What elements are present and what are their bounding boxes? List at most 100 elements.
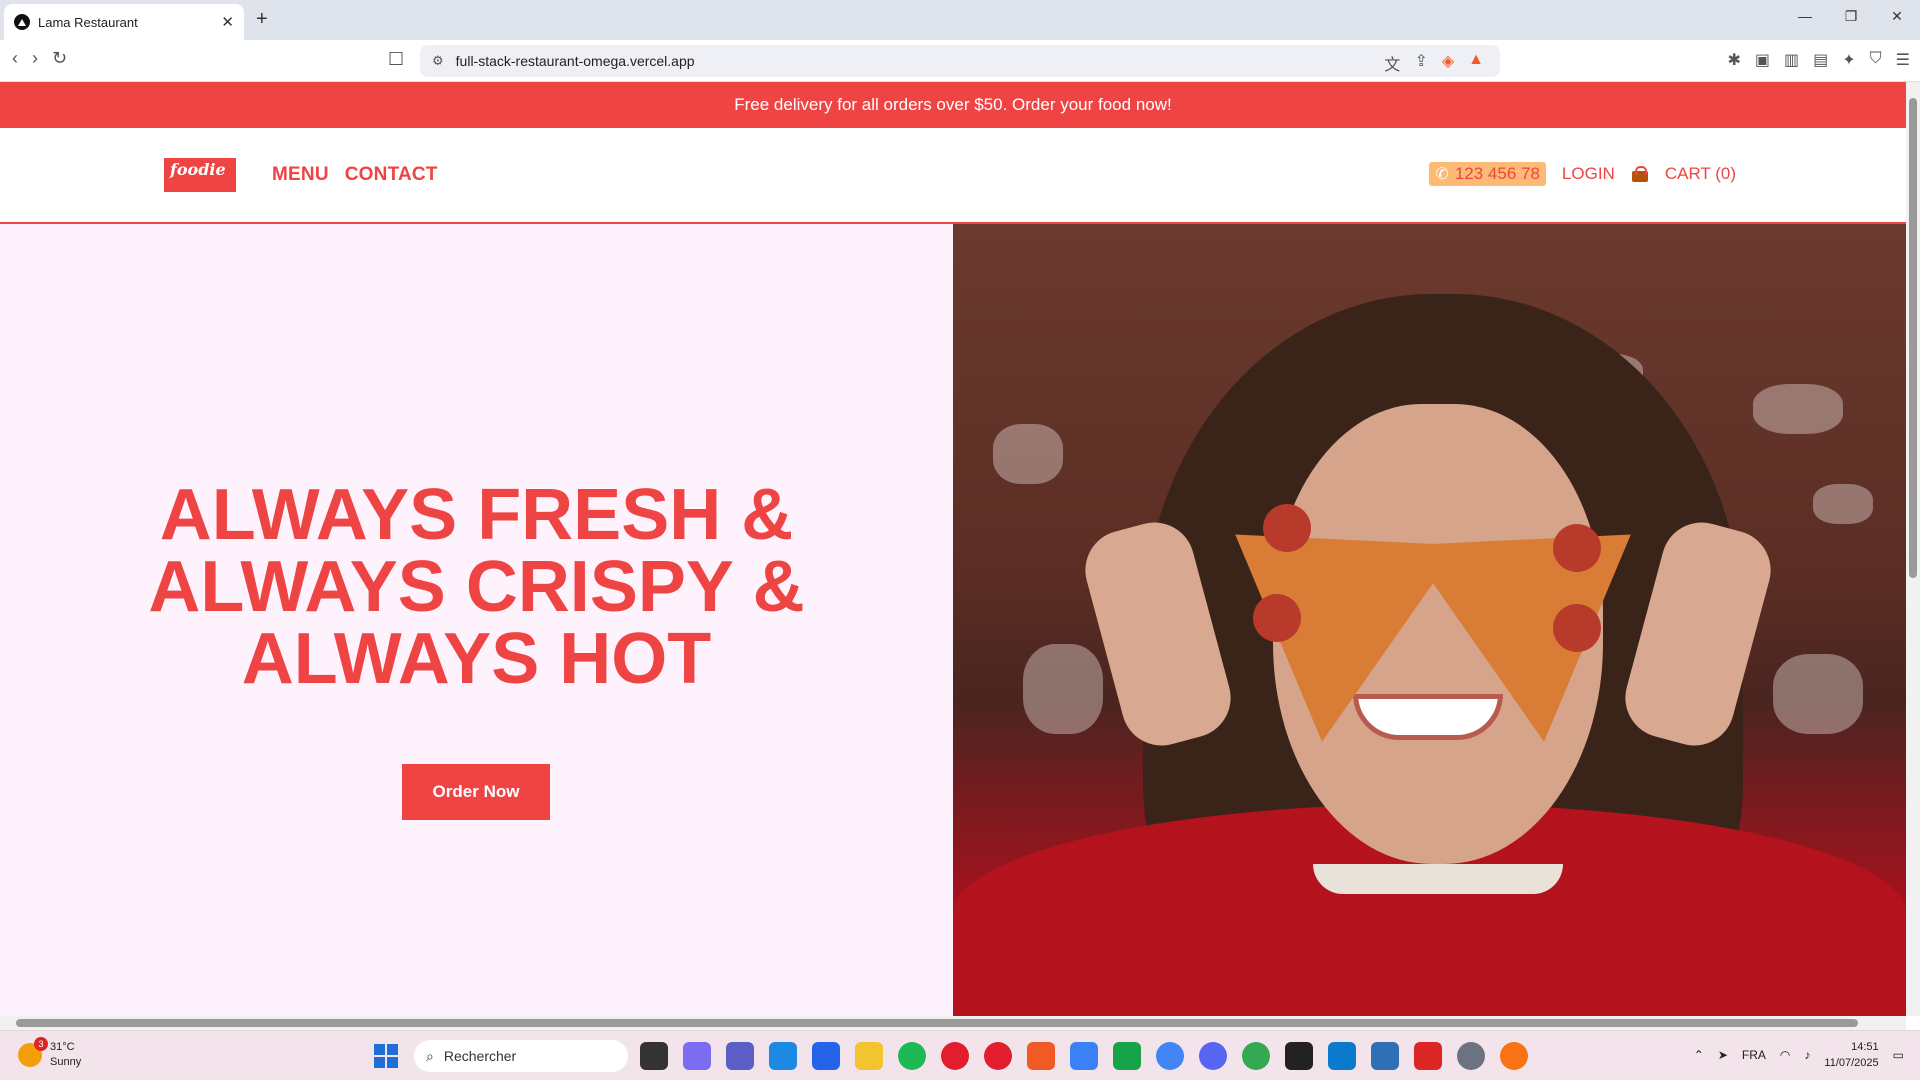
bookmark-icon[interactable]: ☐	[388, 49, 404, 70]
location-icon[interactable]: ➤	[1718, 1048, 1728, 1062]
new-tab-button[interactable]: +	[256, 8, 268, 31]
close-tab-icon[interactable]: ✕	[221, 13, 234, 31]
edge-icon[interactable]	[769, 1042, 797, 1070]
wifi-icon[interactable]: ◠	[1780, 1048, 1790, 1062]
back-icon[interactable]: ‹	[12, 48, 18, 69]
wall-texture	[1023, 644, 1103, 734]
nav-contact-link[interactable]: CONTACT	[345, 164, 438, 186]
shield-app-icon[interactable]	[1414, 1042, 1442, 1070]
taskbar-search[interactable]: ⌕ Rechercher	[414, 1040, 628, 1072]
opera-icon[interactable]	[984, 1042, 1012, 1070]
search-placeholder: Rechercher	[443, 1048, 517, 1064]
smile-shape	[1353, 694, 1503, 740]
wall-texture	[1813, 484, 1873, 524]
settings-icon[interactable]	[1457, 1042, 1485, 1070]
language-indicator[interactable]: FRA	[1742, 1048, 1766, 1062]
volume-icon[interactable]: ♪	[1804, 1048, 1810, 1062]
menu-icon[interactable]: ☰	[1896, 50, 1910, 70]
phone-number-text: 123 456 78	[1454, 164, 1540, 183]
windows-start-icon[interactable]	[374, 1044, 398, 1068]
terminal-icon[interactable]	[1285, 1042, 1313, 1070]
cart-icon[interactable]	[1631, 165, 1649, 183]
login-link[interactable]: LOGIN	[1562, 164, 1615, 184]
excel-icon[interactable]	[1113, 1042, 1141, 1070]
clock[interactable]: 14:51 11/07/2025	[1824, 1039, 1878, 1071]
chevron-up-icon[interactable]: ⌃	[1694, 1048, 1704, 1062]
vpn-icon[interactable]: ⛉	[1870, 50, 1882, 70]
horizontal-scrollbar[interactable]	[0, 1016, 1906, 1030]
extensions-icon[interactable]: ✱	[1727, 50, 1740, 70]
chrome-profile-icon[interactable]	[1242, 1042, 1270, 1070]
weather-text: 31°C Sunny	[50, 1040, 81, 1070]
pepperoni-shape	[1553, 604, 1601, 652]
weather-temp: 31°C	[50, 1041, 75, 1053]
brave-icon[interactable]	[1027, 1042, 1055, 1070]
headline-line: ALWAYS CRISPY &	[148, 547, 805, 627]
sidebar-icon[interactable]: ▥	[1784, 50, 1799, 70]
omnibox-actions: 文 ⇪ ◈ ▲	[1384, 51, 1484, 75]
wall-texture	[993, 424, 1063, 484]
nav-menu-link[interactable]: MENU	[272, 164, 329, 186]
file-explorer-icon[interactable]	[855, 1042, 883, 1070]
discord-icon[interactable]	[1199, 1042, 1227, 1070]
screenshot-icon[interactable]: ▣	[1755, 50, 1770, 70]
weather-desc: Sunny	[50, 1056, 82, 1068]
weather-badge: 3	[34, 1037, 48, 1051]
chrome-icon[interactable]	[1156, 1042, 1184, 1070]
pepperoni-shape	[1553, 524, 1601, 572]
extension-icons: ✱ ▣ ▥ ▤ ✦ ⛉ ☰	[1727, 50, 1910, 70]
search-icon: ⌕	[426, 1047, 434, 1064]
weather-widget[interactable]: 3 31°C Sunny	[18, 1037, 81, 1070]
wall-texture	[1773, 654, 1863, 734]
wallet-icon[interactable]: ▤	[1813, 50, 1828, 70]
teams-icon[interactable]	[726, 1042, 754, 1070]
tab-title: Lama Restaurant	[38, 14, 138, 30]
spotify-icon[interactable]	[898, 1042, 926, 1070]
foodie-logo[interactable]: foodie	[164, 158, 236, 192]
minimize-icon[interactable]: —	[1782, 8, 1828, 25]
vertical-scroll-thumb[interactable]	[1909, 98, 1917, 578]
reload-icon[interactable]: ↻	[52, 48, 67, 69]
system-tray: ⌃ ➤ FRA ◠ ♪ 14:51 11/07/2025 ▭	[1694, 1039, 1904, 1071]
share-icon[interactable]: ⇪	[1414, 51, 1427, 75]
phone-number[interactable]: ✆ 123 456 78	[1429, 162, 1546, 186]
site-favicon-icon	[14, 14, 30, 30]
cart-link[interactable]: CART (0)	[1665, 164, 1736, 184]
task-view-icon[interactable]	[640, 1042, 668, 1070]
brave-rewards-icon[interactable]: ▲	[1468, 51, 1484, 75]
store-icon[interactable]	[812, 1042, 840, 1070]
sun-icon: 3	[18, 1037, 48, 1067]
copilot-icon[interactable]	[683, 1042, 711, 1070]
app-red-icon[interactable]	[941, 1042, 969, 1070]
hero-headline: ALWAYS FRESH & ALWAYS CRISPY & ALWAYS HO…	[0, 479, 953, 695]
vscode-icon[interactable]	[1328, 1042, 1356, 1070]
translate-icon[interactable]: 文	[1384, 51, 1400, 75]
headline-line: ALWAYS FRESH &	[159, 475, 794, 555]
browser-tab[interactable]: Lama Restaurant ✕	[4, 4, 244, 40]
github-desktop-icon[interactable]	[1371, 1042, 1399, 1070]
phone-icon: ✆	[1435, 166, 1449, 183]
url-text[interactable]: full-stack-restaurant-omega.vercel.app	[456, 53, 695, 69]
leo-ai-icon[interactable]: ✦	[1842, 50, 1855, 70]
order-now-button[interactable]: Order Now	[402, 764, 550, 820]
browser-nav: ‹ › ↻	[12, 48, 67, 69]
postman-icon[interactable]	[1500, 1042, 1528, 1070]
promo-banner: Free delivery for all orders over $50. O…	[0, 82, 1906, 128]
taskbar-apps	[640, 1042, 1528, 1070]
address-bar[interactable]: ⚙ full-stack-restaurant-omega.vercel.app…	[420, 45, 1500, 77]
site-settings-icon[interactable]: ⚙	[432, 53, 444, 69]
headline-line: ALWAYS HOT	[241, 619, 712, 699]
vertical-scrollbar[interactable]	[1906, 82, 1920, 1016]
forward-icon[interactable]: ›	[32, 48, 38, 69]
brave-shields-icon[interactable]: ◈	[1442, 51, 1454, 75]
close-window-icon[interactable]: ✕	[1874, 8, 1920, 25]
hero-text-panel: ALWAYS FRESH & ALWAYS CRISPY & ALWAYS HO…	[0, 224, 953, 1016]
restore-icon[interactable]: ❐	[1828, 8, 1874, 25]
notifications-icon[interactable]: ▭	[1893, 1048, 1904, 1062]
windows-taskbar: 3 31°C Sunny ⌕ Rechercher ⌃ ➤ FRA ◠ ♪ 14…	[0, 1030, 1920, 1080]
notepad-icon[interactable]	[1070, 1042, 1098, 1070]
hero-image-pizza-man	[953, 224, 1906, 1016]
pepperoni-shape	[1263, 504, 1311, 552]
header-actions: ✆ 123 456 78 LOGIN CART (0)	[1429, 162, 1736, 186]
horizontal-scroll-thumb[interactable]	[16, 1019, 1858, 1027]
